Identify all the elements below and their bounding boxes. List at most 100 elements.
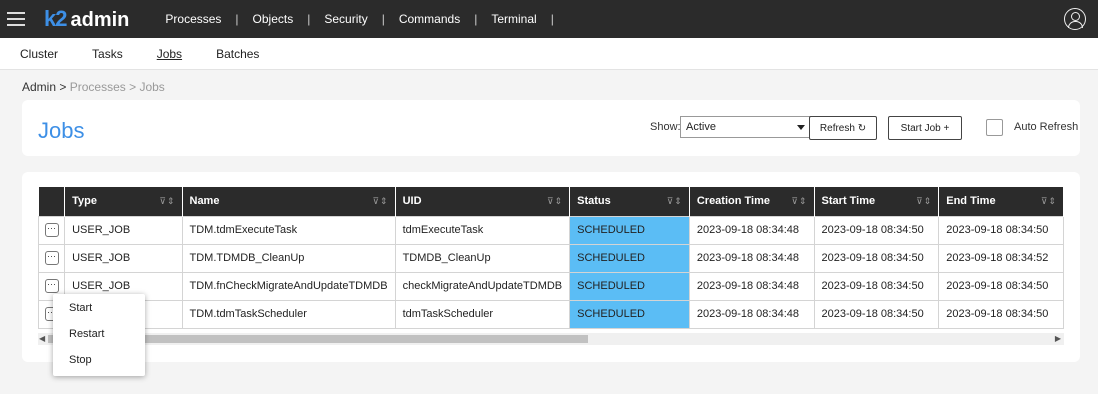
column-header-type[interactable]: Type ⊽⇕ <box>64 187 183 216</box>
cell-end-time: 2023-09-18 08:34:50 <box>938 271 1064 301</box>
top-bar: k2 admin Processes | Objects | Security … <box>0 0 1098 38</box>
subnav-tasks[interactable]: Tasks <box>92 47 123 61</box>
filter-sort-icon[interactable]: ⊽⇕ <box>916 196 932 207</box>
column-header-end-time[interactable]: End Time ⊽⇕ <box>938 187 1064 216</box>
table-row[interactable]: ··· USER_JOB TDM.tdmExecuteTask tdmExecu… <box>38 215 1064 245</box>
filter-sort-icon[interactable]: ⊽⇕ <box>159 196 175 207</box>
cell-start-time: 2023-09-18 08:34:50 <box>813 271 940 301</box>
auto-refresh-checkbox[interactable] <box>986 119 1003 136</box>
subnav-batches[interactable]: Batches <box>216 47 259 61</box>
column-header-name[interactable]: Name ⊽⇕ <box>182 187 396 216</box>
menu-item-start[interactable]: Start <box>53 300 145 326</box>
cell-status: SCHEDULED <box>569 271 690 301</box>
topnav-separator: | <box>381 12 385 26</box>
topnav-commands[interactable]: Commands <box>397 12 462 26</box>
start-job-button[interactable]: Start Job + <box>888 116 962 140</box>
user-profile-icon[interactable] <box>1064 8 1086 30</box>
jobs-table-card: Type ⊽⇕ Name ⊽⇕ UID ⊽⇕ Status ⊽⇕ Creation Ti… <box>22 172 1080 362</box>
jobs-table: Type ⊽⇕ Name ⊽⇕ UID ⊽⇕ Status ⊽⇕ Creation Ti… <box>38 187 1064 329</box>
cell-name: TDM.tdmTaskScheduler <box>181 299 396 329</box>
table-header-row: Type ⊽⇕ Name ⊽⇕ UID ⊽⇕ Status ⊽⇕ Creation Ti… <box>38 187 1064 216</box>
topnav-security[interactable]: Security <box>322 12 369 26</box>
column-header-label: Name <box>189 195 220 208</box>
breadcrumb-jobs: Jobs <box>139 80 165 94</box>
column-header-label: Creation Time <box>696 195 770 208</box>
filter-sort-icon[interactable]: ⊽⇕ <box>547 196 563 207</box>
row-actions-button[interactable]: ··· <box>44 279 59 293</box>
topnav-separator: | <box>550 12 554 26</box>
sub-nav: Cluster Tasks Jobs Batches <box>0 38 1098 70</box>
column-header-label: UID <box>402 195 422 208</box>
cell-start-time: 2023-09-18 08:34:50 <box>813 243 940 273</box>
topnav-separator: | <box>474 12 478 26</box>
breadcrumb-admin[interactable]: Admin <box>22 80 56 94</box>
cell-uid: TDMDB_CleanUp <box>394 243 571 273</box>
jobs-table-container: Type ⊽⇕ Name ⊽⇕ UID ⊽⇕ Status ⊽⇕ Creation Ti… <box>38 187 1064 347</box>
breadcrumb: Admin > Processes > Jobs <box>22 80 165 94</box>
column-header-status[interactable]: Status ⊽⇕ <box>569 187 690 216</box>
cell-uid: tdmExecuteTask <box>394 215 571 245</box>
column-header-label: End Time <box>946 195 996 208</box>
cell-status: SCHEDULED <box>569 299 690 329</box>
column-header-creation-time[interactable]: Creation Time ⊽⇕ <box>689 187 815 216</box>
topnav-separator: | <box>307 12 311 26</box>
column-header-uid[interactable]: UID ⊽⇕ <box>395 187 571 216</box>
table-row[interactable]: ··· USER_JOB TDM.tdmTaskScheduler tdmTas… <box>38 299 1064 329</box>
breadcrumb-processes[interactable]: Processes <box>70 80 126 94</box>
topnav-objects[interactable]: Objects <box>251 12 296 26</box>
show-label: Show: <box>650 121 681 133</box>
column-header-label: Status <box>577 195 611 208</box>
cell-start-time: 2023-09-18 08:34:50 <box>813 299 940 329</box>
horizontal-scrollbar[interactable]: ◀ ▶ <box>38 333 1064 345</box>
cell-creation-time: 2023-09-18 08:34:48 <box>688 243 815 273</box>
auto-refresh-label: Auto Refresh <box>1014 121 1079 133</box>
column-header-actions <box>38 187 66 216</box>
cell-creation-time: 2023-09-18 08:34:48 <box>688 299 815 329</box>
show-filter-value: Active <box>686 121 716 133</box>
row-action-cell: ··· <box>38 243 66 273</box>
cell-status: SCHEDULED <box>569 215 690 245</box>
table-row[interactable]: ··· USER_JOB TDM.fnCheckMigrateAndUpdate… <box>38 271 1064 301</box>
cell-end-time: 2023-09-18 08:34:52 <box>938 243 1064 273</box>
menu-item-restart[interactable]: Restart <box>53 326 145 352</box>
row-action-cell: ··· <box>38 215 66 245</box>
topnav-processes[interactable]: Processes <box>163 12 223 26</box>
show-filter-select[interactable]: Active <box>680 116 814 138</box>
scroll-left-arrow-icon[interactable]: ◀ <box>39 334 45 343</box>
column-header-label: Start Time <box>821 195 876 208</box>
cell-end-time: 2023-09-18 08:34:50 <box>938 215 1064 245</box>
top-nav: Processes | Objects | Security | Command… <box>163 12 565 26</box>
hamburger-menu-icon[interactable] <box>0 0 32 38</box>
breadcrumb-separator: > <box>59 80 67 94</box>
column-header-start-time[interactable]: Start Time ⊽⇕ <box>814 187 940 216</box>
cell-creation-time: 2023-09-18 08:34:48 <box>688 271 815 301</box>
breadcrumb-separator: > <box>129 80 137 94</box>
cell-type: USER_JOB <box>64 243 183 273</box>
table-row[interactable]: ··· USER_JOB TDM.TDMDB_CleanUp TDMDB_Cle… <box>38 243 1064 273</box>
cell-status: SCHEDULED <box>569 243 690 273</box>
cell-type: USER_JOB <box>64 215 183 245</box>
logo-admin: admin <box>70 9 130 31</box>
topnav-separator: | <box>235 12 239 26</box>
filter-sort-icon[interactable]: ⊽⇕ <box>667 196 683 207</box>
column-header-label: Type <box>72 195 97 208</box>
row-actions-button[interactable]: ··· <box>44 251 59 265</box>
subnav-cluster[interactable]: Cluster <box>20 47 58 61</box>
cell-name: TDM.TDMDB_CleanUp <box>181 243 396 273</box>
row-actions-button[interactable]: ··· <box>44 223 59 237</box>
jobs-header-card: Jobs Show: Active Refresh ↻ Start Job + … <box>22 100 1080 156</box>
refresh-button[interactable]: Refresh ↻ <box>809 116 877 140</box>
subnav-jobs[interactable]: Jobs <box>157 47 182 61</box>
filter-sort-icon[interactable]: ⊽⇕ <box>1041 196 1057 207</box>
chevron-down-icon <box>797 125 805 130</box>
cell-creation-time: 2023-09-18 08:34:48 <box>688 215 815 245</box>
scroll-right-arrow-icon[interactable]: ▶ <box>1055 334 1061 343</box>
page-title: Jobs <box>38 118 85 143</box>
topnav-terminal[interactable]: Terminal <box>489 12 538 26</box>
filter-sort-icon[interactable]: ⊽⇕ <box>372 196 388 207</box>
filter-sort-icon[interactable]: ⊽⇕ <box>791 196 807 207</box>
menu-item-stop[interactable]: Stop <box>53 352 145 378</box>
cell-name: TDM.tdmExecuteTask <box>181 215 396 245</box>
app-logo[interactable]: k2 admin <box>44 6 129 32</box>
cell-start-time: 2023-09-18 08:34:50 <box>813 215 940 245</box>
